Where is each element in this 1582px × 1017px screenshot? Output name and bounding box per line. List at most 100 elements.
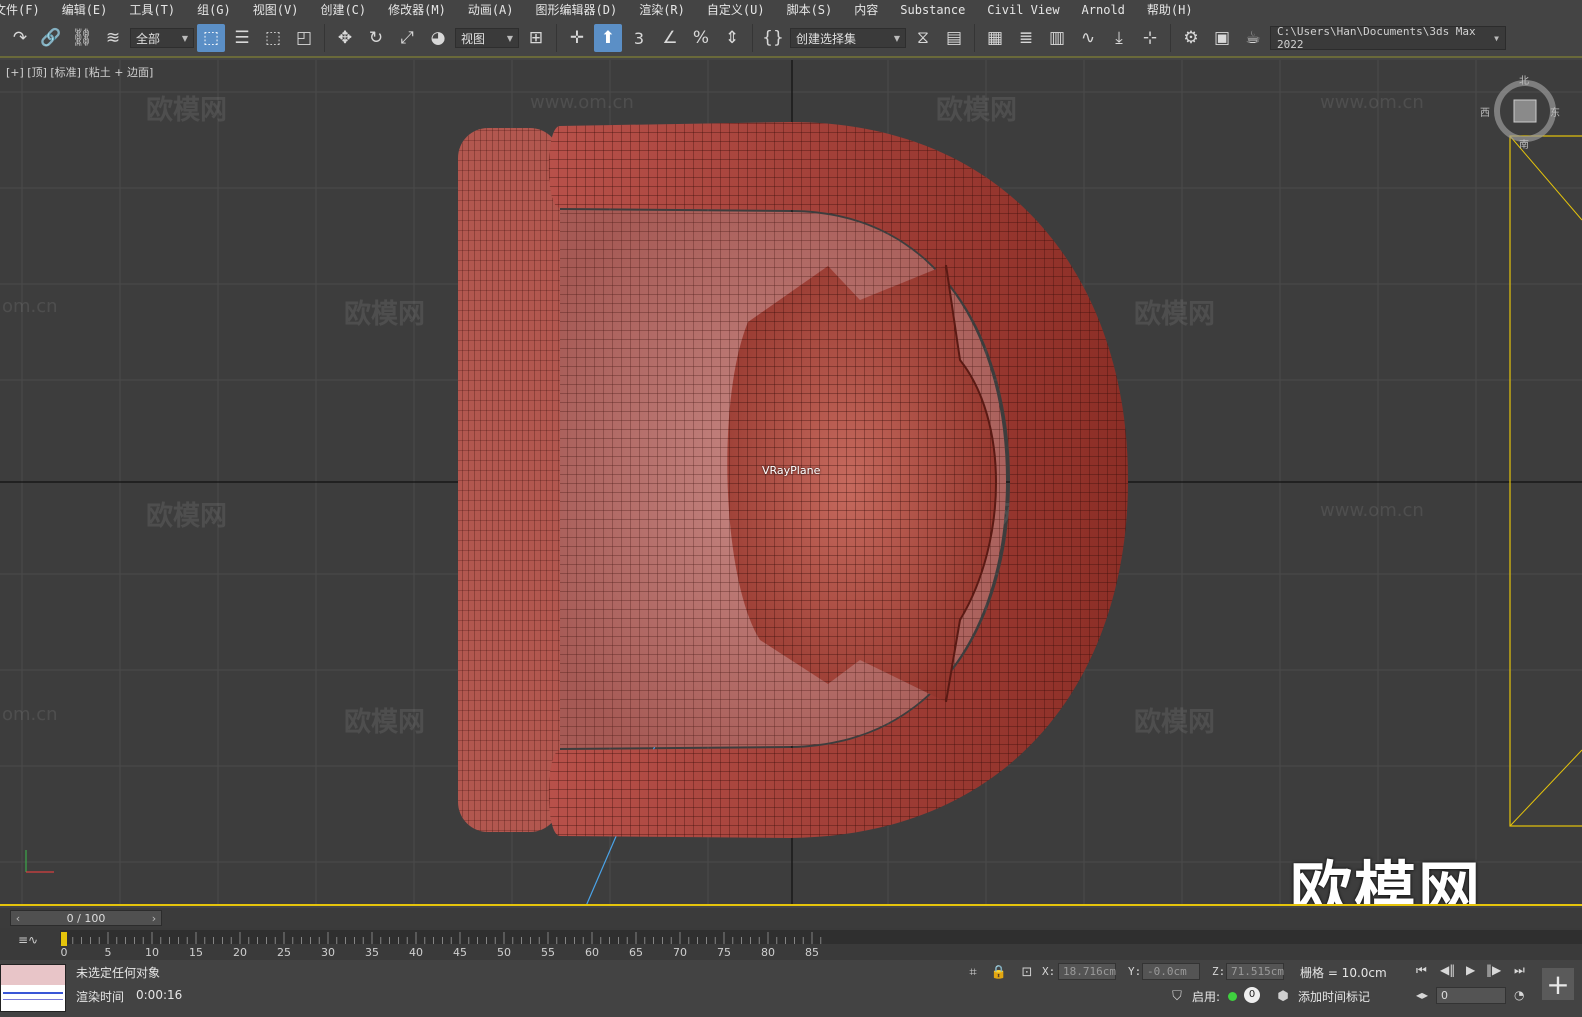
menu-help[interactable]: 帮助(H) — [1136, 0, 1204, 20]
viewcube-ring-icon — [1494, 80, 1556, 142]
select-manipulate-icon[interactable]: ✛ — [563, 24, 591, 52]
menu-rendering[interactable]: 渲染(R) — [628, 0, 696, 20]
rect-selection-icon[interactable]: ⬚ — [259, 24, 287, 52]
menu-group[interactable]: 组(G) — [186, 0, 242, 20]
trackbar-tick-label: 70 — [673, 946, 687, 959]
menu-arnold[interactable]: Arnold — [1071, 0, 1136, 20]
menu-animation[interactable]: 动画(A) — [457, 0, 525, 20]
select-by-name-icon[interactable]: ☰ — [228, 24, 256, 52]
menu-graph-editors[interactable]: 图形编辑器(D) — [525, 0, 629, 20]
menu-scripting[interactable]: 脚本(S) — [776, 0, 844, 20]
absolute-mode-icon[interactable]: ⊡ — [1018, 963, 1036, 981]
edit-named-selection-icon[interactable]: {} — [759, 24, 787, 52]
y-coord-field[interactable]: -0.0cm — [1142, 963, 1200, 980]
enable-count-badge[interactable]: 0 — [1244, 987, 1260, 1003]
isolate-selection-icon[interactable]: ⌗ — [964, 963, 982, 981]
align-icon[interactable]: ▤ — [940, 24, 968, 52]
add-viewport-icon[interactable]: + — [1542, 968, 1574, 1001]
viewport-top[interactable]: [+] [顶] [标准] [粘土 + 边面] 欧模网 www.om.cn 欧模网… — [0, 60, 1582, 906]
menu-views[interactable]: 视图(V) — [242, 0, 310, 20]
snap-toggle-icon[interactable]: 3 — [625, 24, 653, 52]
render-setup-icon[interactable]: ⚙ — [1177, 24, 1205, 52]
schematic-view-icon[interactable]: ⊹ — [1136, 24, 1164, 52]
menu-modifiers[interactable]: 修改器(M) — [377, 0, 457, 20]
current-frame-field[interactable]: 0 — [1436, 987, 1506, 1004]
pivot-center-icon[interactable]: ⊞ — [522, 24, 550, 52]
ribbon-toggle-icon[interactable]: ▥ — [1043, 24, 1071, 52]
go-to-end-icon[interactable]: ⏭ — [1514, 963, 1525, 978]
placement-icon[interactable]: ◕ — [424, 24, 452, 52]
current-frame-marker[interactable] — [61, 932, 67, 946]
window-crossing-icon[interactable]: ◰ — [290, 24, 318, 52]
key-mode-icon[interactable]: ◂▸ — [1416, 988, 1428, 1002]
play-icon[interactable]: ▶ — [1466, 963, 1475, 977]
render-production-icon[interactable]: ☕ — [1239, 24, 1267, 52]
object-label[interactable]: VRayPlane — [762, 464, 820, 477]
rendered-frame-window-icon[interactable]: ▣ — [1208, 24, 1236, 52]
enable-status-dot — [1228, 992, 1237, 1001]
trackbar[interactable]: ≡∿ 0 5 10 15 20 25 30 35 40 45 50 55 60 65 70 75 80 85 — [0, 928, 1582, 960]
chevron-down-icon: ▼ — [1494, 33, 1499, 43]
viewcube-south[interactable]: 南 — [1519, 136, 1529, 151]
layer-explorer-icon[interactable]: ≣ — [1012, 24, 1040, 52]
viewcube-north[interactable]: 北 — [1519, 72, 1529, 87]
menu-substance[interactable]: Substance — [889, 0, 976, 20]
y-label: Y: — [1128, 965, 1142, 978]
chevron-right-icon[interactable]: › — [147, 912, 161, 925]
viewcube-west[interactable]: 西 — [1480, 104, 1490, 119]
add-time-tag-button[interactable]: 添加时间标记 — [1298, 988, 1370, 1005]
scale-icon[interactable]: ⤢ — [393, 24, 421, 52]
menu-edit[interactable]: 编辑(E) — [51, 0, 119, 20]
keyboard-shortcut-override-icon[interactable]: ⬆ — [594, 24, 622, 52]
trackbar-tick-label: 55 — [541, 946, 555, 959]
menu-create[interactable]: 创建(C) — [309, 0, 377, 20]
lock-icon[interactable]: 🔒 — [990, 963, 1008, 981]
rotate-icon[interactable]: ↻ — [362, 24, 390, 52]
spinner-snap-icon[interactable]: ⇕ — [718, 24, 746, 52]
previous-frame-icon[interactable]: ◀‖ — [1440, 963, 1455, 977]
scene-explorer-icon[interactable]: ▦ — [981, 24, 1009, 52]
chevron-down-icon: ▼ — [181, 33, 188, 43]
project-path-field[interactable]: C:\Users\Han\Documents\3ds Max 2022 ▼ — [1270, 25, 1506, 51]
menu-customize[interactable]: 自定义(U) — [696, 0, 776, 20]
trackbar-tick-label: 15 — [189, 946, 203, 959]
reference-coord-dropdown[interactable]: 视图 ▼ — [455, 28, 519, 48]
next-frame-icon[interactable]: ‖▶ — [1486, 963, 1501, 977]
maxscript-listener-preview[interactable] — [0, 964, 66, 1012]
selection-filter-dropdown[interactable]: 全部 ▼ — [130, 28, 194, 48]
sofa-model[interactable] — [0, 60, 1582, 906]
menu-tools[interactable]: 工具(T) — [118, 0, 186, 20]
trackbar-tick-label: 30 — [321, 946, 335, 959]
percent-snap-icon[interactable]: % — [687, 24, 715, 52]
menu-content[interactable]: 内容 — [843, 0, 889, 20]
viewcube[interactable]: 北 东 西 南 — [1480, 76, 1560, 151]
shield-icon[interactable]: ⛉ — [1168, 987, 1186, 1005]
x-coord-field[interactable]: 18.716cm — [1058, 963, 1116, 980]
link-icon[interactable]: 🔗 — [37, 24, 65, 52]
viewcube-east[interactable]: 东 — [1550, 104, 1560, 119]
time-slider-handle[interactable]: ‹ 0 / 100 › — [10, 910, 162, 926]
angle-snap-icon[interactable]: ∠ — [656, 24, 684, 52]
dope-sheet-icon[interactable]: ⤓ — [1105, 24, 1133, 52]
render-time-value: 0:00:16 — [136, 988, 183, 1002]
time-tag-icon[interactable]: ⬢ — [1274, 987, 1292, 1005]
trackbar-tick-label: 50 — [497, 946, 511, 959]
go-to-start-icon[interactable]: ⏮ — [1416, 963, 1427, 978]
z-coord-field[interactable]: 71.515cm — [1226, 963, 1284, 980]
toolbar-divider — [324, 24, 325, 52]
named-selection-dropdown[interactable]: 创建选择集 ▼ — [790, 28, 906, 48]
menu-file[interactable]: 文件(F) — [0, 0, 51, 20]
chevron-down-icon: ▼ — [506, 33, 513, 43]
redo-icon[interactable]: ↷ — [6, 24, 34, 52]
select-object-icon[interactable]: ⬚ — [197, 24, 225, 52]
curve-editor-icon[interactable]: ∿ — [1074, 24, 1102, 52]
move-icon[interactable]: ✥ — [331, 24, 359, 52]
mirror-icon[interactable]: ⧖ — [909, 24, 937, 52]
bind-spacewarp-icon[interactable]: ≋ — [99, 24, 127, 52]
brand-watermark: 欧模网 — [1290, 854, 1483, 906]
menu-civil-view[interactable]: Civil View — [976, 0, 1070, 20]
unlink-icon[interactable]: ⛓ — [68, 24, 96, 52]
chevron-left-icon[interactable]: ‹ — [11, 912, 25, 925]
time-slider: ‹ 0 / 100 › — [0, 908, 1582, 928]
time-config-icon[interactable]: ◔ — [1514, 988, 1524, 1002]
